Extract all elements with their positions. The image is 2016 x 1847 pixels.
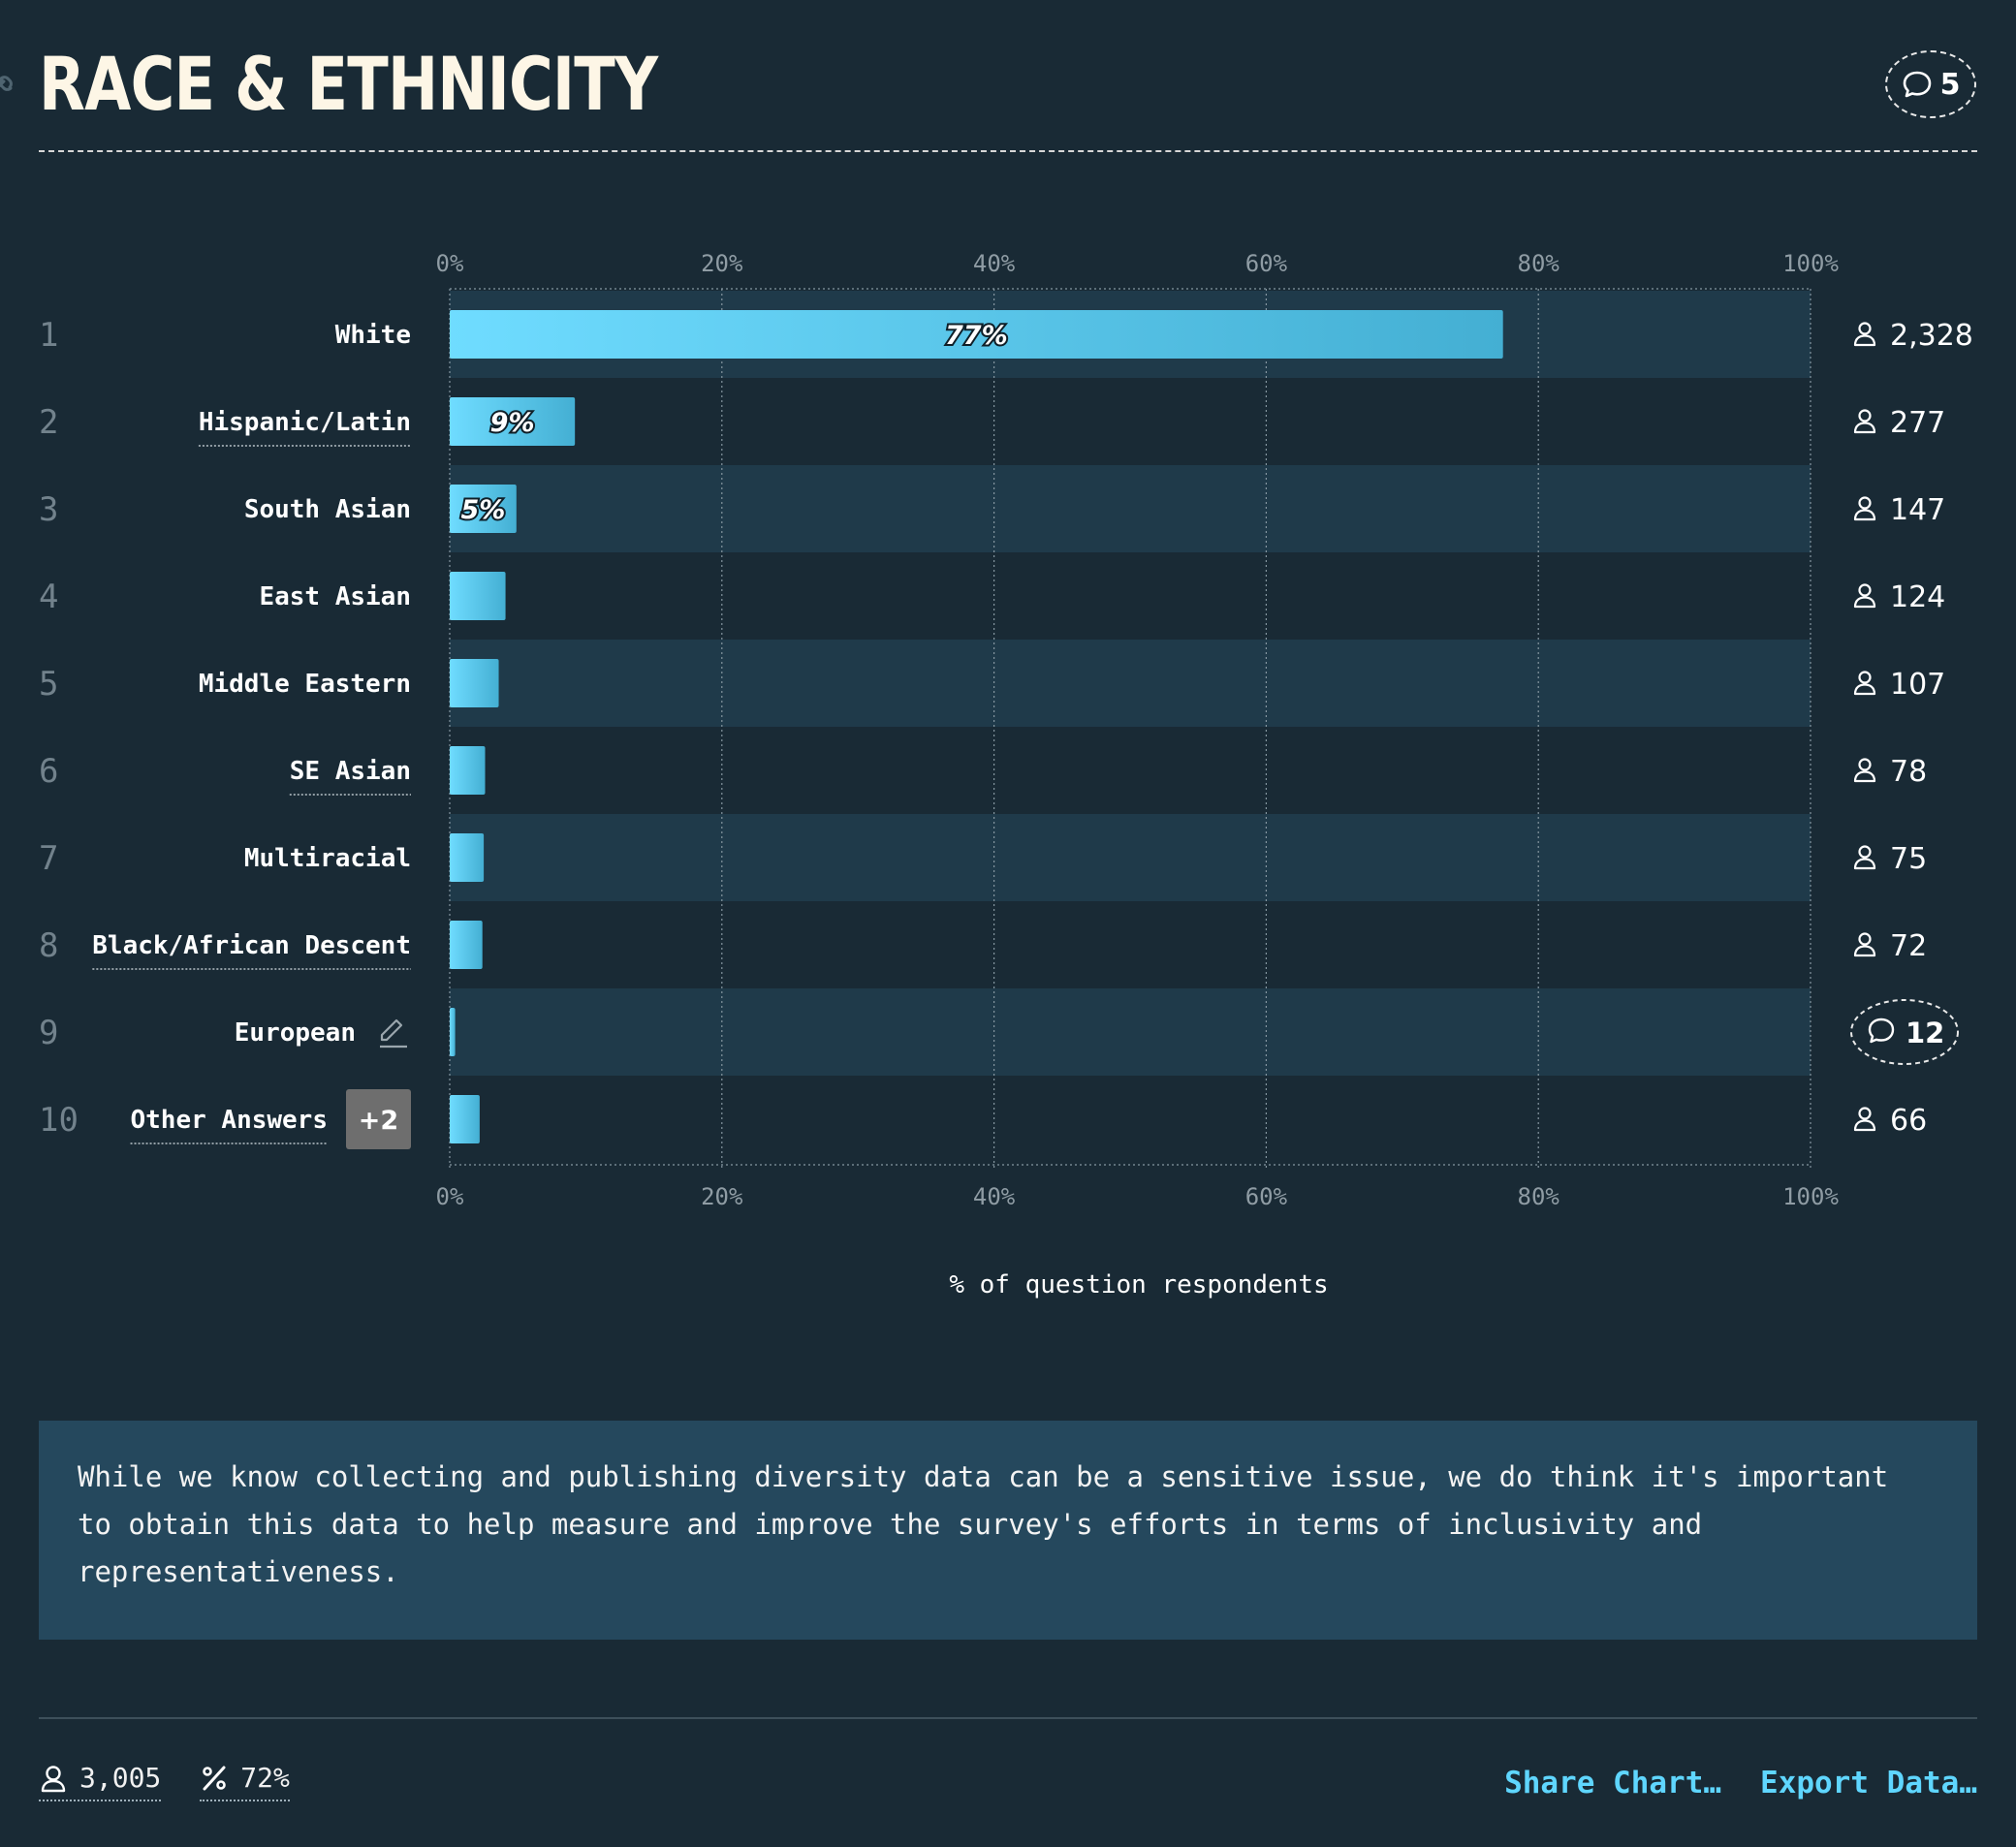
tick-label-bottom: 80% [1518, 1183, 1560, 1210]
category-label[interactable]: SE Asian [290, 757, 411, 786]
row-stripe [450, 465, 1811, 552]
respondent-count: 107 [1890, 668, 1945, 702]
tick-label-top: 0% [436, 250, 464, 277]
bar[interactable] [450, 659, 499, 707]
row-rank: 4 [39, 578, 58, 616]
tick-label-top: 100% [1782, 250, 1839, 277]
row-rank: 9 [39, 1014, 58, 1052]
percent-value: 72% [240, 1762, 290, 1794]
share-chart-link[interactable]: Share Chart… [1504, 1766, 1721, 1800]
respondent-count: 66 [1890, 1104, 1927, 1138]
tick-label-bottom: 100% [1782, 1183, 1839, 1210]
tick-label-top: 20% [701, 250, 743, 277]
bar-value-label: 77% [945, 321, 1008, 351]
x-axis-label: % of question respondents [949, 1270, 1328, 1299]
person-icon [1853, 496, 1876, 521]
category-label: White [335, 321, 411, 350]
person-icon [1853, 1107, 1876, 1132]
tick-label-bottom: 40% [973, 1183, 1016, 1210]
category-label: East Asian [259, 582, 411, 611]
badge-label: +2 [359, 1106, 398, 1136]
respondent-count: 72 [1890, 929, 1927, 963]
row-rank: 8 [39, 926, 58, 965]
category-label: Multiracial [244, 844, 411, 873]
bar[interactable] [450, 572, 506, 620]
bar[interactable] [450, 921, 483, 969]
row-stripe [450, 814, 1811, 901]
percent-icon [203, 1766, 227, 1790]
respondent-count: 124 [1890, 580, 1945, 614]
note-callout: While we know collecting and publishing … [39, 1421, 1977, 1640]
bar[interactable] [450, 746, 486, 795]
tick-label-bottom: 60% [1245, 1183, 1288, 1210]
category-label[interactable]: Other Answers [131, 1106, 329, 1135]
tick-label-top: 80% [1518, 250, 1560, 277]
category-label: Middle Eastern [199, 670, 411, 699]
person-icon [1853, 409, 1876, 434]
comment-icon [1868, 1017, 1895, 1044]
person-icon [1853, 845, 1876, 870]
bar-value-label: 9% [490, 408, 535, 438]
bar[interactable] [450, 1008, 456, 1056]
pencil-icon[interactable] [380, 1018, 407, 1049]
person-icon [41, 1765, 66, 1792]
tick-label-bottom: 0% [436, 1183, 464, 1210]
category-label[interactable]: Hispanic/Latin [199, 408, 411, 437]
row-rank: 1 [39, 316, 58, 355]
row-stripe [450, 640, 1811, 727]
tick-label-top: 40% [973, 250, 1016, 277]
bar[interactable] [450, 833, 485, 882]
respondent-count: 2,328 [1890, 319, 1973, 353]
row-comment-count: 12 [1906, 1017, 1944, 1049]
category-label[interactable]: Black/African Descent [92, 931, 411, 960]
person-icon [1853, 932, 1876, 957]
tick-label-top: 60% [1245, 250, 1288, 277]
respondents-stat[interactable]: 3,005 [39, 1762, 162, 1801]
person-icon [1853, 322, 1876, 347]
bar-value-label: 5% [460, 495, 505, 525]
row-stripe [450, 988, 1811, 1076]
row-rank: 7 [39, 839, 58, 878]
person-icon [1853, 583, 1876, 609]
row-rank: 3 [39, 490, 58, 529]
row-rank: 10 [39, 1101, 79, 1140]
row-rank: 5 [39, 665, 58, 704]
tick-label-bottom: 20% [701, 1183, 743, 1210]
respondent-count: 147 [1890, 493, 1945, 527]
respondent-count: 75 [1890, 842, 1927, 876]
person-icon [1853, 671, 1876, 696]
row-rank: 2 [39, 403, 58, 442]
percent-stat[interactable]: 72% [200, 1762, 290, 1801]
export-data-link[interactable]: Export Data… [1760, 1766, 1977, 1800]
category-label: South Asian [244, 495, 411, 524]
respondents-count: 3,005 [79, 1762, 162, 1794]
row-rank: 6 [39, 752, 58, 791]
respondent-count: 277 [1890, 406, 1945, 440]
category-label: European [235, 1018, 356, 1048]
bar-chart: 0% 0% 20% 20% 40% 40% 60% 60% 80% 80% 100% 100% % of… [39, 250, 1973, 1299]
respondent-count: 78 [1890, 755, 1927, 789]
footer-divider [39, 1717, 1977, 1719]
person-icon [1853, 758, 1876, 783]
bar[interactable] [450, 1095, 480, 1143]
